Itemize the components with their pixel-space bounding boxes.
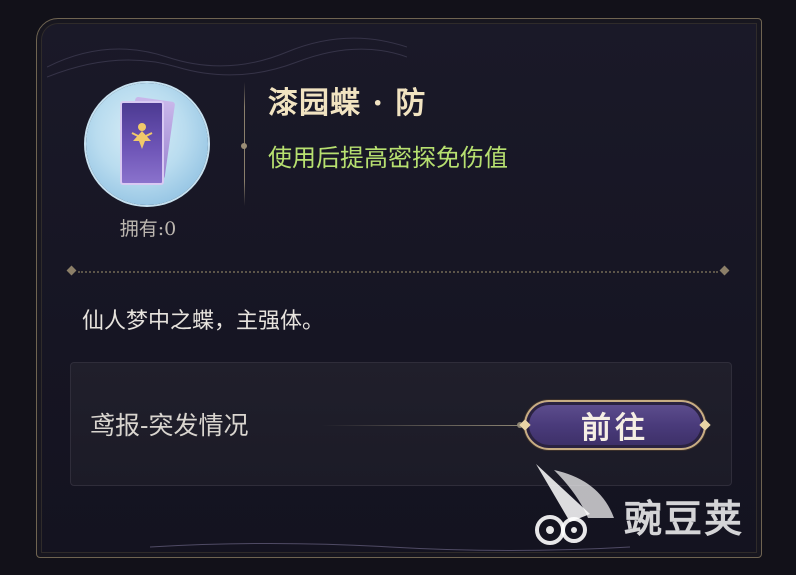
section-divider (66, 265, 730, 276)
item-title: 漆园蝶 · 防 (268, 86, 427, 121)
button-spark-left (519, 419, 531, 431)
owned-count: 拥有:0 (119, 218, 177, 240)
item-icon-frame[interactable] (86, 83, 208, 205)
item-description: 仙人梦中之蝶，主强体。 (82, 309, 325, 334)
divider-dots (78, 271, 718, 273)
go-button-label: 前往 (581, 411, 649, 446)
go-button[interactable]: 前往 (519, 400, 711, 450)
divider-dot (241, 143, 247, 149)
watermark: 豌豆荚 (530, 460, 770, 550)
source-label: 鸢报-突发情况 (90, 411, 249, 440)
button-spark-right (699, 419, 711, 431)
source-connector-line (321, 425, 521, 426)
watermark-text: 豌豆荚 (624, 497, 745, 541)
butterfly-card-icon (120, 101, 164, 185)
item-effect: 使用后提高密探免伤值 (268, 144, 508, 172)
wandoujia-logo-icon (535, 464, 614, 545)
